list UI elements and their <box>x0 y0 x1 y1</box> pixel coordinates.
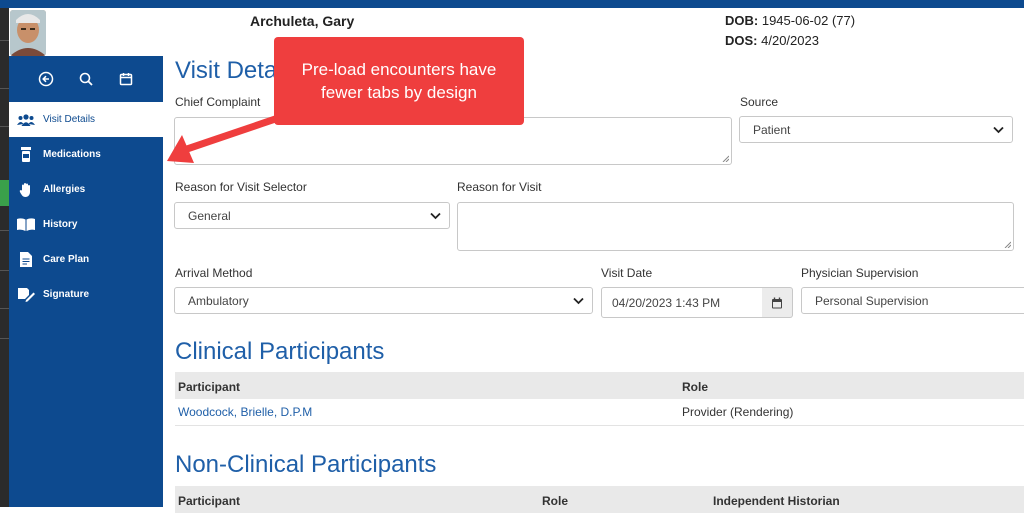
back-arrow-icon[interactable] <box>37 70 55 88</box>
participant-link[interactable]: Woodcock, Brielle, D.P.M <box>178 405 312 419</box>
left-edge-strip <box>0 8 9 507</box>
reason-label: Reason for Visit <box>457 180 542 194</box>
visit-date-label: Visit Date <box>601 266 653 280</box>
visit-date-value: 04/20/2023 1:43 PM <box>612 295 721 310</box>
pill-bottle-icon <box>17 147 35 163</box>
sidebar-item-allergies[interactable]: Allergies <box>9 172 163 207</box>
sidebar-item-label: Signature <box>43 289 90 300</box>
sidebar-item-care-plan[interactable]: Care Plan <box>9 242 163 277</box>
page-title: Visit Deta <box>175 57 278 84</box>
clinical-participants-title: Clinical Participants <box>175 338 385 365</box>
sidebar-item-label: Medications <box>43 149 101 160</box>
clinical-table-header: Participant Role <box>175 372 1024 399</box>
reason-selector-select[interactable]: General <box>174 202 450 229</box>
callout-line-1: Pre-load encounters have <box>301 60 497 79</box>
reason-selector-label: Reason for Visit Selector <box>175 180 307 194</box>
arrival-label: Arrival Method <box>175 266 253 280</box>
non-clinical-table-header: Participant Role Independent Historian <box>175 486 1024 513</box>
document-icon <box>17 252 35 268</box>
physician-supervision-value: Personal Supervision <box>815 293 929 308</box>
reason-selector-value: General <box>188 208 231 223</box>
resize-grip-icon[interactable] <box>721 154 729 162</box>
column-header-role: Role <box>542 494 569 508</box>
hand-icon <box>17 182 35 198</box>
date-picker-button[interactable] <box>762 287 793 318</box>
column-header-independent-historian: Independent Historian <box>713 494 840 508</box>
arrival-select-value: Ambulatory <box>188 293 249 308</box>
calendar-icon <box>772 297 782 308</box>
column-header-participant: Participant <box>178 380 241 394</box>
physician-supervision-label: Physician Supervision <box>801 266 919 280</box>
patient-dos: DOS: 4/20/2023 <box>725 33 819 48</box>
chevron-down-icon <box>993 126 1004 133</box>
top-bar <box>0 0 1024 8</box>
calendar-icon[interactable] <box>117 70 135 88</box>
source-label: Source <box>740 95 779 109</box>
sidebar-toolbar <box>9 56 163 102</box>
people-icon <box>17 112 35 128</box>
arrival-select[interactable]: Ambulatory <box>174 287 593 314</box>
patient-name: Archuleta, Gary <box>250 13 355 29</box>
patient-dob: DOB: 1945-06-02 (77) <box>725 13 856 28</box>
sidebar-item-history[interactable]: History <box>9 207 163 242</box>
reason-field[interactable] <box>457 202 1014 251</box>
sidebar-item-medications[interactable]: Medications <box>9 137 163 172</box>
annotation-callout: Pre-load encounters have fewer tabs by d… <box>274 37 524 125</box>
non-clinical-participants-title: Non-Clinical Participants <box>175 451 437 478</box>
table-row: Woodcock, Brielle, D.P.M Provider (Rende… <box>175 399 1024 426</box>
avatar <box>10 10 46 56</box>
signature-icon <box>17 287 35 303</box>
sidebar-item-label: Allergies <box>43 184 86 195</box>
book-icon <box>17 217 35 233</box>
sidebar-item-label: Care Plan <box>43 254 90 265</box>
visit-date-input[interactable]: 04/20/2023 1:43 PM <box>601 287 763 318</box>
physician-supervision-select[interactable]: Personal Supervision <box>801 287 1024 314</box>
column-header-role: Role <box>682 380 709 394</box>
source-select-value: Patient <box>753 122 791 137</box>
sidebar-item-signature[interactable]: Signature <box>9 277 163 312</box>
column-header-participant: Participant <box>178 494 241 508</box>
chevron-down-icon <box>573 297 584 304</box>
sidebar-item-label: History <box>43 219 78 230</box>
resize-grip-icon[interactable] <box>1003 240 1011 248</box>
search-icon[interactable] <box>77 70 95 88</box>
sidebar-item-visit-details[interactable]: Visit Details <box>9 102 163 137</box>
chevron-down-icon <box>430 212 441 219</box>
participant-role: Provider (Rendering) <box>682 405 794 419</box>
callout-line-2: fewer tabs by design <box>321 83 477 102</box>
sidebar-item-label: Visit Details <box>43 114 96 125</box>
source-select[interactable]: Patient <box>739 116 1013 143</box>
sidebar: Visit Details Medications Allergies Hist… <box>9 56 163 507</box>
